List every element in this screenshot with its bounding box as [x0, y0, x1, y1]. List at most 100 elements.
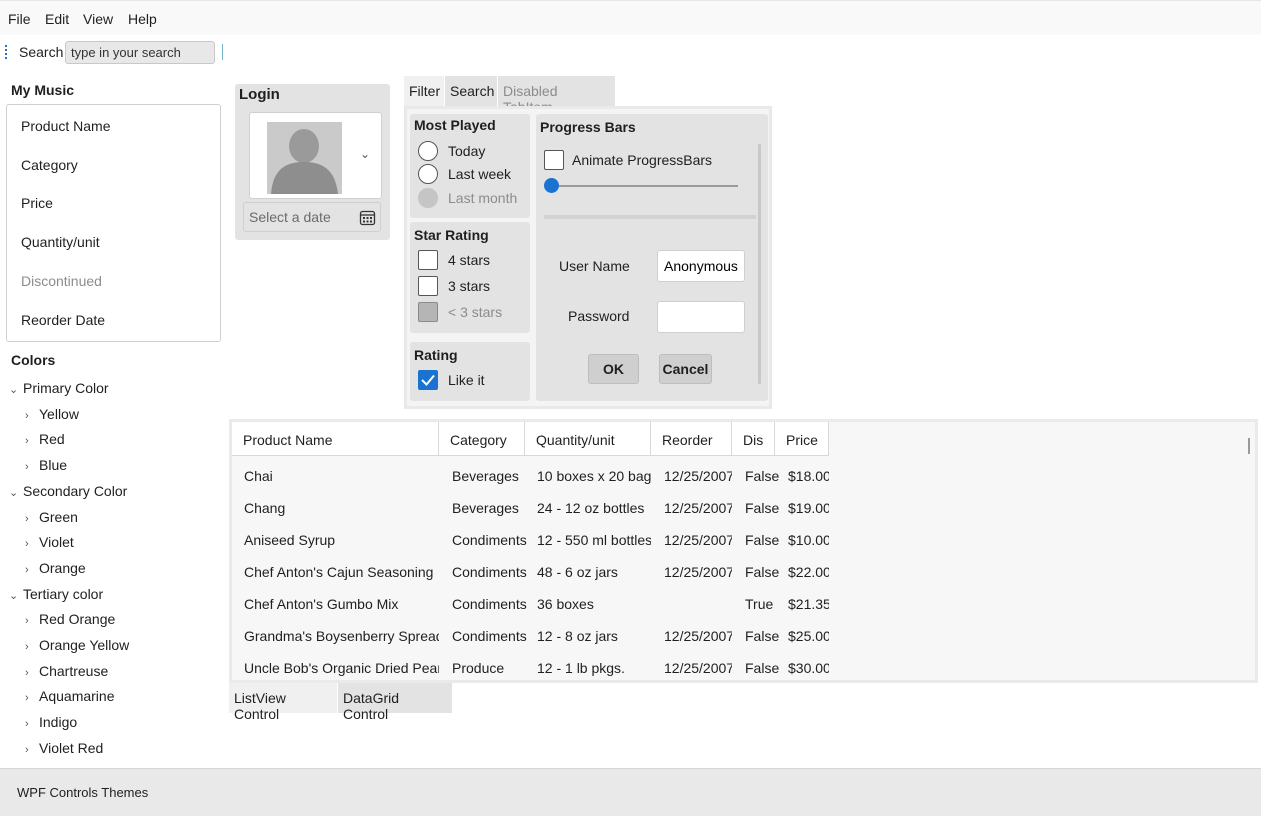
tab-filter[interactable]: Filter	[404, 76, 444, 106]
my-music-header: My Music	[11, 82, 75, 98]
table-cell: Chai	[244, 468, 273, 484]
tab-disabled: Disabled TabItem	[498, 76, 615, 115]
tree-node-indigo[interactable]: › Indigo	[25, 714, 77, 730]
chevron-right-icon[interactable]: ›	[25, 461, 39, 473]
scrollbar[interactable]	[1248, 438, 1250, 454]
tab-search[interactable]: Search	[445, 76, 497, 106]
table-cell: False	[745, 500, 780, 516]
list-item[interactable]: Category	[21, 157, 78, 173]
slider-track[interactable]	[548, 185, 738, 187]
most-played-title: Most Played	[414, 117, 496, 133]
tree-node-label: Tertiary color	[23, 586, 104, 602]
list-item[interactable]: Product Name	[21, 118, 110, 134]
column-header[interactable]: Price	[775, 422, 829, 456]
table-cell: False	[745, 564, 780, 580]
username-field[interactable]	[657, 250, 745, 282]
column-header[interactable]: Product Name	[232, 422, 439, 456]
tree-node-violet[interactable]: › Violet	[25, 534, 74, 550]
chevron-right-icon[interactable]: ›	[25, 744, 39, 756]
tab-listview-control[interactable]: ListView Control	[229, 683, 337, 722]
table-cell: 12/25/2007	[664, 532, 732, 548]
table-cell: $21.35	[788, 596, 829, 612]
list-item-disabled: Discontinued	[21, 273, 102, 289]
tree-node-label: Green	[39, 509, 78, 525]
progress-bars-group: Progress Bars Animate ProgressBars User …	[536, 114, 768, 401]
calendar-icon[interactable]	[359, 209, 376, 226]
chevron-down-icon[interactable]: ⌄	[9, 486, 23, 499]
tree-node-yellow[interactable]: › Yellow	[25, 406, 79, 422]
table-cell: 12 - 8 oz jars	[537, 628, 618, 644]
tree-node-green[interactable]: › Green	[25, 509, 78, 525]
menu-bar: File Edit View Help	[0, 0, 1261, 35]
menu-file[interactable]: File	[8, 11, 31, 27]
chevron-right-icon[interactable]: ›	[25, 435, 39, 447]
table-cell: Chef Anton's Gumbo Mix	[244, 596, 399, 612]
toolbar-separator	[222, 44, 223, 60]
tree-node-aquamarine[interactable]: › Aquamarine	[25, 688, 115, 704]
date-picker[interactable]: Select a date	[243, 202, 381, 232]
status-bar: WPF Controls Themes	[0, 768, 1261, 816]
column-header[interactable]: Quantity/unit	[525, 422, 651, 456]
chevron-right-icon[interactable]: ›	[25, 538, 39, 550]
checkbox-like-it[interactable]	[418, 370, 438, 390]
tree-node-red-orange[interactable]: › Red Orange	[25, 611, 115, 627]
table-cell: Uncle Bob's Organic Dried Pears	[244, 660, 439, 676]
chevron-right-icon[interactable]: ›	[25, 692, 39, 704]
password-field[interactable]	[657, 301, 745, 333]
checkbox-3-stars[interactable]	[418, 276, 438, 296]
list-item[interactable]: Quantity/unit	[21, 234, 100, 250]
checkbox-animate-progressbars[interactable]	[544, 150, 564, 170]
my-music-list[interactable]: Product Name Category Price Quantity/uni…	[6, 104, 221, 342]
tree-node-secondary-color[interactable]: ⌄ Secondary Color	[9, 483, 127, 499]
toolbar-grip[interactable]	[5, 45, 8, 59]
tree-node-blue[interactable]: › Blue	[25, 457, 67, 473]
chevron-right-icon[interactable]: ›	[25, 410, 39, 422]
radio-today[interactable]	[418, 141, 438, 161]
tree-node-label: Primary Color	[23, 380, 109, 396]
menu-edit[interactable]: Edit	[45, 11, 69, 27]
most-played-group: Most Played Today Last week Last month	[410, 114, 530, 218]
table-cell: Aniseed Syrup	[244, 532, 336, 548]
tree-node-primary-color[interactable]: ⌄ Primary Color	[9, 380, 109, 396]
slider-thumb[interactable]	[544, 178, 559, 193]
chevron-right-icon[interactable]: ›	[25, 667, 39, 679]
chevron-down-icon[interactable]: ⌄	[9, 383, 23, 396]
chevron-right-icon[interactable]: ›	[25, 718, 39, 730]
column-header[interactable]: Dis	[732, 422, 775, 456]
date-placeholder: Select a date	[249, 209, 331, 225]
cancel-button[interactable]: Cancel	[659, 354, 712, 384]
progress-bar	[544, 215, 756, 219]
star-rating-group: Star Rating 4 stars 3 stars < 3 stars	[410, 222, 530, 333]
column-header[interactable]: Category	[439, 422, 525, 456]
menu-view[interactable]: View	[83, 11, 113, 27]
tree-node-chartreuse[interactable]: › Chartreuse	[25, 663, 108, 679]
avatar-combobox[interactable]: ⌄	[249, 112, 382, 199]
list-item[interactable]: Price	[21, 195, 53, 211]
tree-node-orange-yellow[interactable]: › Orange Yellow	[25, 637, 129, 653]
radio-label: Last week	[448, 166, 512, 182]
chevron-down-icon[interactable]: ⌄	[9, 589, 23, 602]
chevron-right-icon[interactable]: ›	[25, 564, 39, 576]
checkbox-label: Animate ProgressBars	[572, 152, 713, 168]
data-grid[interactable]: Product Name Category Quantity/unit Reor…	[229, 419, 1258, 683]
radio-last-week[interactable]	[418, 164, 438, 184]
tree-node-red[interactable]: › Red	[25, 431, 65, 447]
chevron-right-icon[interactable]: ›	[25, 615, 39, 627]
chevron-right-icon[interactable]: ›	[25, 513, 39, 525]
tree-node-orange[interactable]: › Orange	[25, 560, 86, 576]
checkbox-4-stars[interactable]	[418, 250, 438, 270]
search-input[interactable]	[65, 41, 215, 64]
menu-help[interactable]: Help	[128, 11, 157, 27]
scrollbar[interactable]	[758, 144, 761, 384]
colors-header: Colors	[11, 352, 56, 368]
tree-node-violet-red[interactable]: › Violet Red	[25, 740, 103, 756]
chevron-right-icon[interactable]: ›	[25, 641, 39, 653]
chevron-down-icon[interactable]: ⌄	[360, 147, 370, 161]
column-header[interactable]: Reorder	[651, 422, 732, 456]
table-cell: Condiments	[452, 596, 527, 612]
search-label: Search	[19, 44, 64, 60]
list-item[interactable]: Reorder Date	[21, 312, 105, 328]
tree-node-tertiary-color[interactable]: ⌄ Tertiary color	[9, 586, 103, 602]
ok-button[interactable]: OK	[588, 354, 639, 384]
tab-datagrid-control[interactable]: DataGrid Control	[338, 683, 452, 722]
